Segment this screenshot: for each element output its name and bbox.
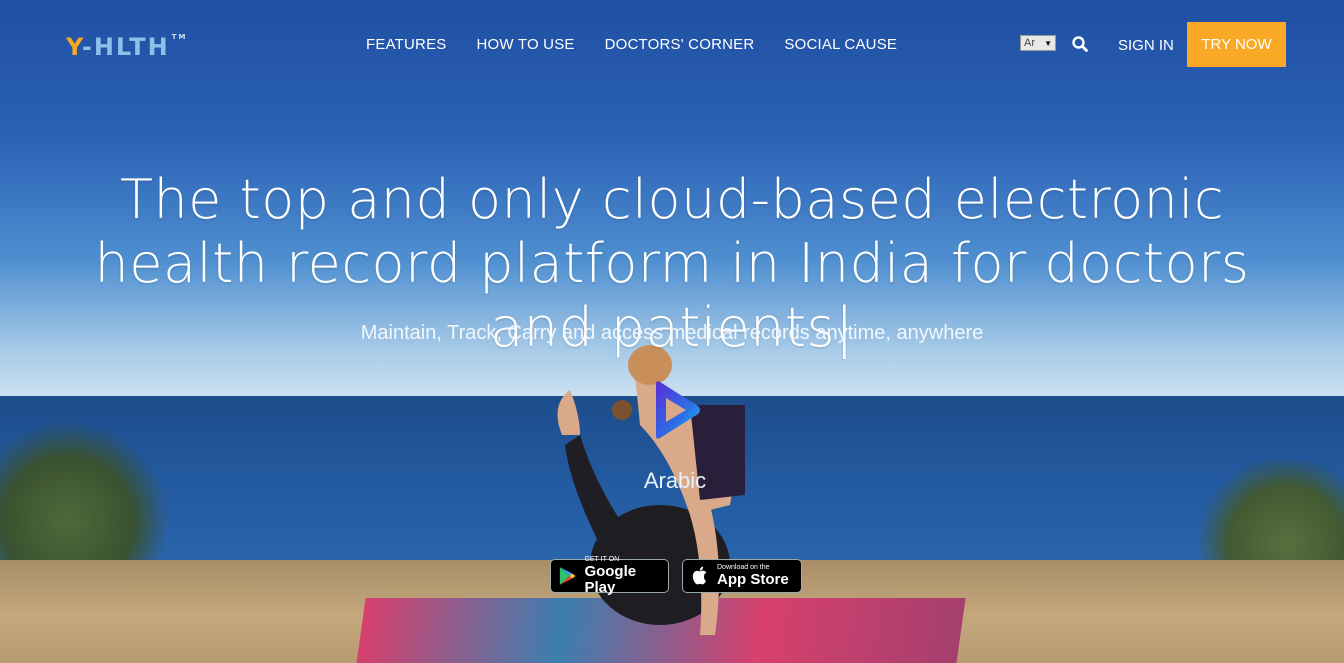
top-navigation-bar: Y-HLTH TM FEATURES HOW TO USE DOCTORS' CO… bbox=[0, 0, 1344, 90]
logo-rest: -HLTH bbox=[81, 33, 170, 61]
play-icon[interactable] bbox=[648, 380, 702, 440]
language-select[interactable]: Ar ▼ bbox=[1020, 35, 1056, 51]
brand-logo[interactable]: Y-HLTH TM bbox=[66, 32, 187, 62]
nav-doctors-corner[interactable]: DOCTORS' CORNER bbox=[605, 36, 755, 53]
main-nav: FEATURES HOW TO USE DOCTORS' CORNER SOCI… bbox=[366, 36, 897, 53]
hero-subheadline: Maintain, Track, Carry and access medica… bbox=[360, 322, 984, 344]
logo-text: Y-HLTH TM bbox=[66, 33, 187, 61]
app-store-badge[interactable]: Download on the App Store bbox=[682, 559, 802, 593]
nav-features[interactable]: FEATURES bbox=[366, 36, 447, 53]
language-label: Arabic bbox=[643, 468, 707, 493]
google-play-big-text: Google Play bbox=[584, 563, 637, 596]
google-play-text: GET IT ON Google Play bbox=[584, 556, 660, 596]
nav-social-cause[interactable]: SOCIAL CAUSE bbox=[784, 36, 897, 53]
app-store-big-text: App Store bbox=[717, 571, 789, 588]
chevron-down-icon: ▼ bbox=[1044, 38, 1052, 48]
language-select-value: Ar bbox=[1024, 37, 1035, 49]
apple-icon bbox=[692, 566, 707, 585]
search-icon[interactable] bbox=[1071, 35, 1089, 53]
logo-y-letter: Y bbox=[66, 33, 82, 61]
try-now-button[interactable]: TRY NOW bbox=[1187, 22, 1286, 67]
google-play-badge[interactable]: GET IT ON Google Play bbox=[550, 556, 669, 596]
logo-trademark: TM bbox=[171, 33, 188, 41]
sign-in-link[interactable]: SIGN IN bbox=[1118, 37, 1174, 54]
google-play-icon bbox=[559, 567, 576, 585]
nav-how-to-use[interactable]: HOW TO USE bbox=[477, 36, 575, 53]
app-store-text: Download on the App Store bbox=[717, 564, 789, 588]
